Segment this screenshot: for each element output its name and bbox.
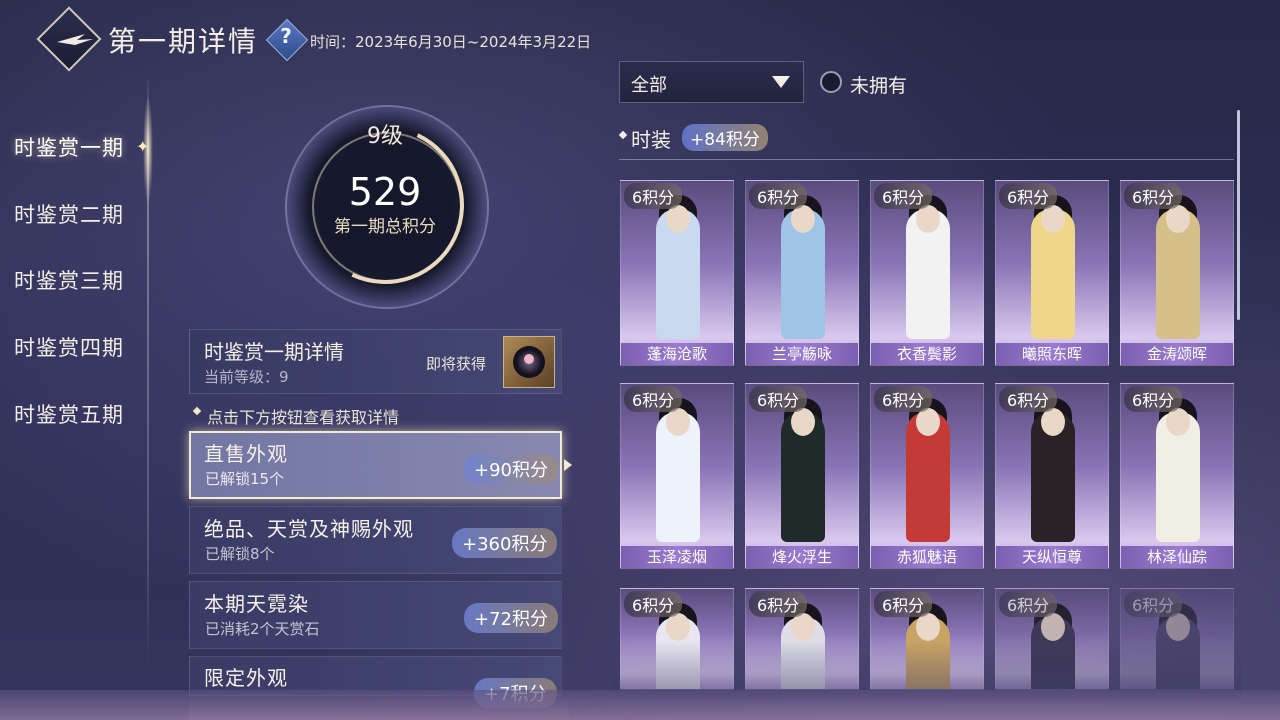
category-title: 限定外观 (204, 666, 288, 690)
outfit-name: 金涛颂晖 (1121, 343, 1233, 365)
outfit-card[interactable]: 6积分烽火浮生 (745, 383, 859, 569)
outfit-points: 6积分 (749, 386, 808, 412)
outfit-head (1041, 408, 1065, 436)
help-question-mark: ? (280, 24, 292, 48)
category-subtitle: 已消耗2个天赏石 (205, 620, 320, 638)
outfit-card[interactable]: 6积分金涛颂晖 (1120, 180, 1234, 366)
dropdown-caret-icon (772, 76, 790, 88)
outfit-points: 6积分 (1124, 386, 1183, 412)
outfit-points: 6积分 (1124, 183, 1183, 209)
active-spark-icon: ✦ (136, 137, 150, 156)
section-points: +84积分 (682, 124, 768, 151)
sidebar-item-period-5[interactable]: 时鉴赏五期 (14, 399, 124, 429)
outfit-head (666, 613, 690, 641)
outfit-points: 6积分 (624, 386, 683, 412)
outfit-card[interactable]: 6积分蓬海沧歌 (620, 180, 734, 366)
outfit-card[interactable]: 6积分衣香鬓影 (870, 180, 984, 366)
time-range: 时间：2023年6月30日~2024年3月22日 (310, 33, 592, 51)
category-title: 直售外观 (204, 442, 288, 466)
section-divider (619, 159, 1234, 160)
section-title: 时装 (631, 128, 671, 152)
detail-title: 时鉴赏一期详情 (204, 340, 344, 364)
current-level: 当前等级：9 (204, 368, 289, 386)
filter-selected-value: 全部 (631, 75, 667, 96)
sidebar-item-period-3[interactable]: 时鉴赏三期 (14, 265, 124, 295)
outfit-name: 烽火浮生 (746, 546, 858, 568)
outfit-name: 赤狐魅语 (871, 546, 983, 568)
outfit-head (666, 408, 690, 436)
outfit-points: 6积分 (624, 591, 683, 617)
outfit-name: 兰亭觞咏 (746, 343, 858, 365)
outfit-points: 6积分 (874, 386, 933, 412)
outfit-points: 6积分 (624, 183, 683, 209)
total-score-label: 第一期总积分 (334, 217, 436, 237)
unowned-label[interactable]: 未拥有 (850, 71, 907, 98)
outfit-head (791, 613, 815, 641)
page-title: 第一期详情 (108, 25, 259, 58)
outfit-points: 6积分 (999, 591, 1058, 617)
reward-flower-icon (524, 354, 534, 364)
category-title: 绝品、天赏及神赐外观 (204, 517, 414, 541)
unowned-radio[interactable] (820, 71, 842, 93)
outfit-head (1041, 613, 1065, 641)
category-subtitle: 已解锁15个 (205, 470, 285, 488)
outfit-card[interactable]: 6积分天纵恒尊 (995, 383, 1109, 569)
outfit-points: 6积分 (1124, 591, 1183, 617)
outfit-points: 6积分 (874, 183, 933, 209)
outfit-head (916, 205, 940, 233)
outfit-points: 6积分 (874, 591, 933, 617)
outfit-name: 林泽仙踪 (1121, 546, 1233, 568)
outfit-name: 蓬海沧歌 (621, 343, 733, 365)
outfit-card[interactable]: 6积分玉泽凌烟 (620, 383, 734, 569)
outfit-head (916, 408, 940, 436)
outfit-head (1166, 205, 1190, 233)
outfit-points: 6积分 (999, 183, 1058, 209)
hint-text: 点击下方按钮查看获取详情 (207, 408, 400, 427)
category-points: +360积分 (452, 528, 558, 558)
outfit-head (1041, 205, 1065, 233)
outfit-points: 6积分 (749, 591, 808, 617)
level-label: 9级 (367, 124, 403, 149)
outfit-card[interactable]: 6积分曦照东晖 (995, 180, 1109, 366)
sidebar-item-period-2[interactable]: 时鉴赏二期 (14, 199, 124, 229)
category-title: 本期天霓染 (204, 592, 309, 616)
sidebar-item-period-4[interactable]: 时鉴赏四期 (14, 332, 124, 362)
bottom-decoration (0, 690, 1280, 720)
category-subtitle: 已解锁8个 (205, 545, 275, 563)
outfit-name: 天纵恒尊 (996, 546, 1108, 568)
outfit-card[interactable]: 6积分兰亭觞咏 (745, 180, 859, 366)
outfit-name: 衣香鬓影 (871, 343, 983, 365)
outfit-head (666, 205, 690, 233)
category-points: +90积分 (464, 454, 558, 484)
selected-arrow-icon (564, 459, 572, 471)
outfit-head (1166, 613, 1190, 641)
upcoming-reward-label: 即将获得 (426, 355, 487, 373)
total-score: 529 (348, 170, 422, 214)
sidebar-item-period-1[interactable]: 时鉴赏一期 (14, 132, 124, 162)
outfit-head (791, 205, 815, 233)
outfit-points: 6积分 (999, 386, 1058, 412)
outfit-head (916, 613, 940, 641)
scrollbar[interactable] (1237, 110, 1240, 320)
outfit-head (1166, 408, 1190, 436)
section-diamond-icon (618, 130, 628, 140)
outfit-card[interactable]: 6积分林泽仙踪 (1120, 383, 1234, 569)
category-points: +72积分 (464, 603, 558, 633)
hint-diamond-icon (192, 406, 202, 416)
outfit-head (791, 408, 815, 436)
back-arrow-icon (57, 34, 93, 45)
outfit-name: 玉泽凌烟 (621, 546, 733, 568)
outfit-points: 6积分 (749, 183, 808, 209)
outfit-card[interactable]: 6积分赤狐魅语 (870, 383, 984, 569)
outfit-name: 曦照东晖 (996, 343, 1108, 365)
